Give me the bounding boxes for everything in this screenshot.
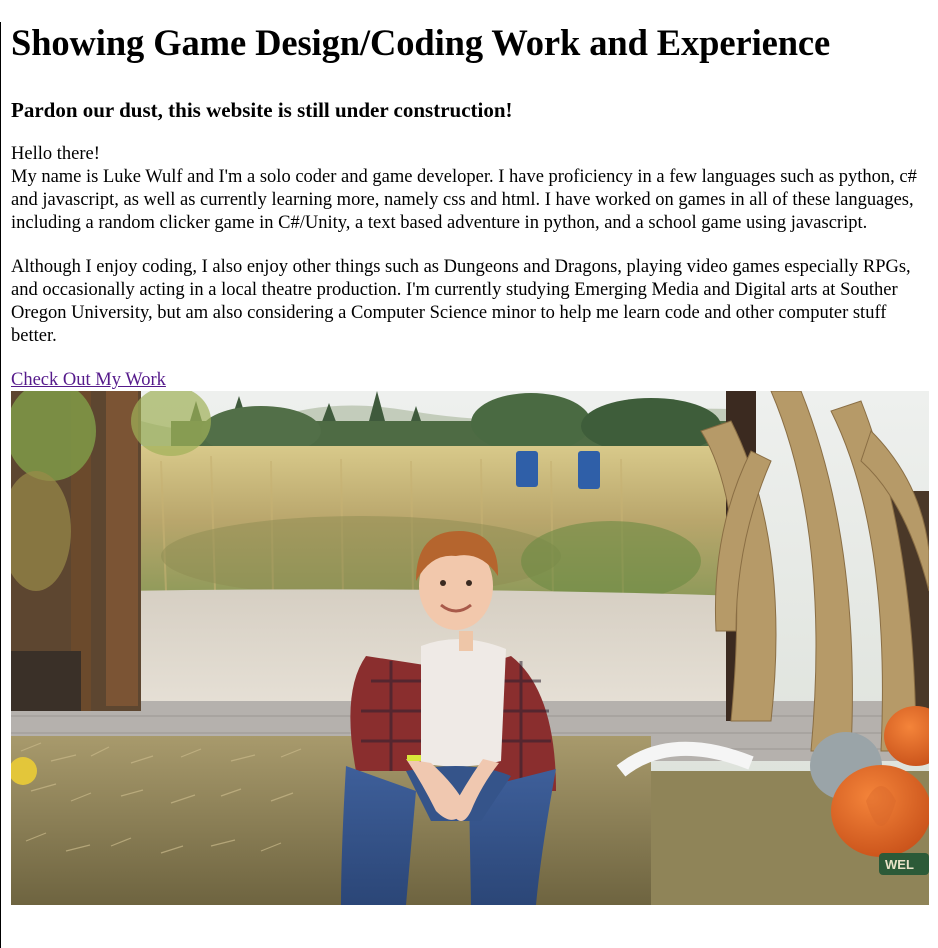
work-link-container: Check Out My Work	[11, 369, 938, 391]
construction-notice: Pardon our dust, this website is still u…	[11, 98, 513, 122]
profile-photo: WEL	[11, 391, 929, 905]
photo-sign-text: WEL	[885, 857, 914, 872]
intro-text: My name is Luke Wulf and I'm a solo code…	[11, 167, 917, 233]
check-out-work-link[interactable]: Check Out My Work	[11, 370, 166, 390]
page-title: Showing Game Design/Coding Work and Expe…	[11, 22, 831, 63]
intro-paragraph: Hello there! My name is Luke Wulf and I'…	[11, 143, 931, 235]
page-content: Showing Game Design/Coding Work and Expe…	[1, 22, 938, 905]
about-paragraph: Although I enjoy coding, I also enjoy ot…	[11, 257, 911, 346]
greeting-text: Hello there!	[11, 144, 100, 164]
